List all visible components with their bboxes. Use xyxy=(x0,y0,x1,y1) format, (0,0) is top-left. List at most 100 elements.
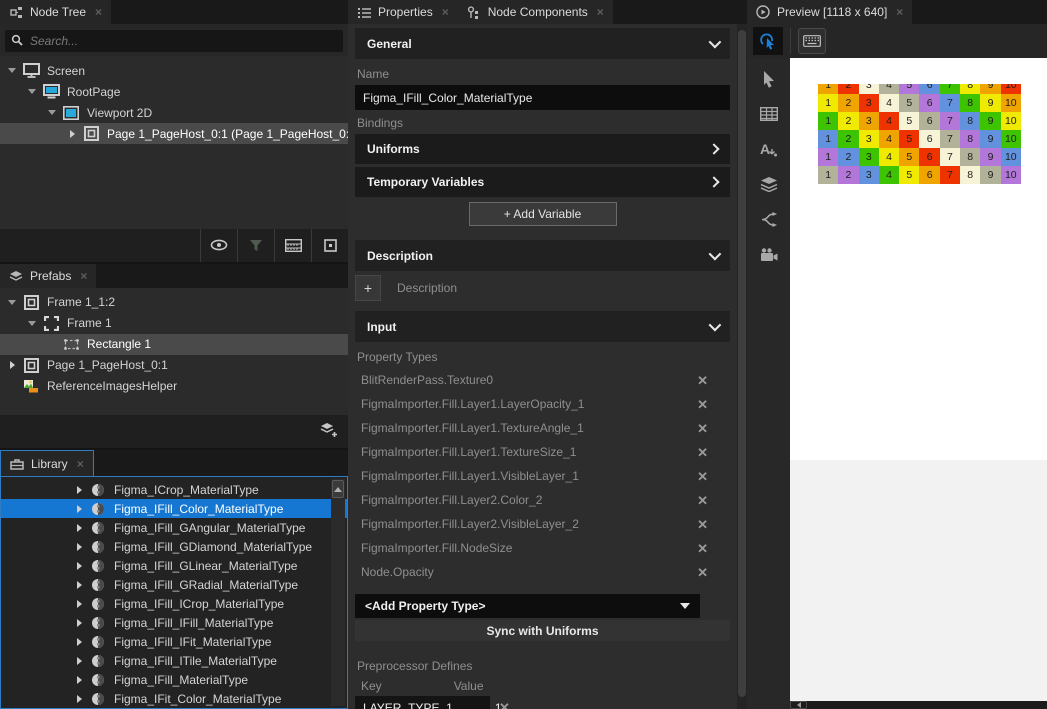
expand-icon[interactable] xyxy=(73,581,85,589)
expand-icon[interactable] xyxy=(73,562,85,570)
tree-item-rootpage[interactable]: RootPage xyxy=(0,81,348,102)
remove-property-icon[interactable]: ✕ xyxy=(697,566,708,579)
add-property-type-dropdown[interactable]: <Add Property Type> xyxy=(355,594,700,618)
section-description[interactable]: Description xyxy=(355,240,730,271)
keyboard-button[interactable] xyxy=(798,28,826,54)
scrollbar-thumb[interactable] xyxy=(738,30,746,697)
tab-library[interactable]: Library × xyxy=(0,450,94,476)
material-icon xyxy=(89,653,107,669)
library-item-figma-ifill-gdiamond-materialtype[interactable]: Figma_IFill_GDiamond_MaterialType xyxy=(1,537,347,556)
tree-item-page-1-pagehost-0-1-page-1-pagehost-0-1[interactable]: Page 1_PageHost_0:1 (Page 1_PageHost_0:1… xyxy=(0,123,348,144)
search-input[interactable]: Search... xyxy=(5,30,343,52)
close-icon[interactable]: × xyxy=(442,5,449,19)
add-variable-button[interactable]: + Add Variable xyxy=(469,202,617,226)
collapse-icon[interactable] xyxy=(26,89,38,94)
remove-property-icon[interactable]: ✕ xyxy=(697,422,708,435)
material-icon xyxy=(89,501,107,517)
preview-render-area[interactable]: 1234567891012345678910123456789101234567… xyxy=(790,58,1047,460)
tree-item-referenceimageshelper[interactable]: ReferenceImagesHelper xyxy=(0,376,348,397)
tab-properties[interactable]: Properties × xyxy=(348,0,458,24)
library-item-figma-ifill-color-materialtype[interactable]: Figma_IFill_Color_MaterialType xyxy=(1,499,347,518)
library-item-figma-ifill-gangular-materialtype[interactable]: Figma_IFill_GAngular_MaterialType xyxy=(1,518,347,537)
expand-icon[interactable] xyxy=(73,676,85,684)
isolate-node-icon[interactable] xyxy=(311,229,348,262)
tab-preview[interactable]: Preview [1118 x 640] × xyxy=(747,0,912,24)
defines-rows[interactable]: LAYER_TYPE_11LAYER_TYPE_25 xyxy=(355,696,490,709)
collapse-icon[interactable] xyxy=(46,110,58,115)
remove-property-icon[interactable]: ✕ xyxy=(697,470,708,483)
close-icon[interactable]: × xyxy=(77,457,84,471)
expand-icon[interactable] xyxy=(73,638,85,646)
uniforms-row[interactable]: Uniforms xyxy=(355,134,730,164)
remove-property-icon[interactable]: ✕ xyxy=(697,398,708,411)
click-mode-button[interactable] xyxy=(753,27,783,55)
name-field[interactable]: Figma_IFill_Color_MaterialType xyxy=(355,85,730,110)
library-item-figma-ifill-glinear-materialtype[interactable]: Figma_IFill_GLinear_MaterialType xyxy=(1,556,347,575)
remove-property-icon[interactable]: ✕ xyxy=(697,518,708,531)
expand-icon[interactable] xyxy=(6,361,18,369)
library-item-figma-ifill-materialtype[interactable]: Figma_IFill_MaterialType xyxy=(1,670,347,689)
properties-scrollbar[interactable] xyxy=(737,24,747,709)
preview-horizontal-scrollbar[interactable] xyxy=(790,701,1047,709)
expand-icon[interactable] xyxy=(73,524,85,532)
expand-icon[interactable] xyxy=(73,543,85,551)
library-item-figma-ifill-icrop-materialtype[interactable]: Figma_IFill_ICrop_MaterialType xyxy=(1,594,347,613)
section-general[interactable]: General xyxy=(355,28,730,59)
remove-property-icon[interactable]: ✕ xyxy=(697,494,708,507)
preview-canvas[interactable]: 1234567891012345678910123456789101234567… xyxy=(790,58,1047,709)
preview-overlay-icon[interactable] xyxy=(274,229,311,262)
tree-item-frame-1[interactable]: Frame 1 xyxy=(0,313,348,334)
tree-item-page-1-pagehost-0-1[interactable]: Page 1_PageHost_0:1 xyxy=(0,355,348,376)
remove-property-icon[interactable]: ✕ xyxy=(697,446,708,459)
tree-item-rectangle-1[interactable]: Rectangle 1 xyxy=(0,334,348,355)
library-item-figma-icrop-materialtype[interactable]: Figma_ICrop_MaterialType xyxy=(1,480,347,499)
remove-property-icon[interactable]: ✕ xyxy=(697,542,708,555)
sync-with-uniforms-button[interactable]: Sync with Uniforms xyxy=(355,620,730,641)
tab-node-tree[interactable]: Node Tree × xyxy=(0,0,111,24)
close-icon[interactable]: × xyxy=(597,5,604,19)
close-icon[interactable]: × xyxy=(80,269,87,283)
grid-cell-r4-c9-blue: 9 xyxy=(980,130,1000,148)
camera-icon[interactable] xyxy=(759,245,779,263)
close-icon[interactable]: × xyxy=(896,5,903,19)
close-icon[interactable]: × xyxy=(95,5,102,19)
state-flow-icon[interactable] xyxy=(759,210,779,228)
grid-analyze-icon[interactable] xyxy=(759,105,779,123)
add-prefab-icon[interactable] xyxy=(320,422,338,441)
layers-icon[interactable] xyxy=(759,175,779,193)
expand-icon[interactable] xyxy=(73,486,85,494)
library-item-figma-ifill-gradial-materialtype[interactable]: Figma_IFill_GRadial_MaterialType xyxy=(1,575,347,594)
expand-icon[interactable] xyxy=(73,619,85,627)
visibility-eye-icon[interactable] xyxy=(200,229,237,262)
tree-item-frame-1-1-2[interactable]: Frame 1_1:2 xyxy=(0,292,348,313)
add-description-button[interactable]: + xyxy=(355,275,381,301)
library-item-figma-ifill-ifill-materialtype[interactable]: Figma_IFill_IFill_MaterialType xyxy=(1,613,347,632)
tree-item-screen[interactable]: Screen xyxy=(0,60,348,81)
collapse-icon[interactable] xyxy=(6,68,18,73)
remove-define-icon[interactable]: ✕ xyxy=(499,698,510,709)
temporary-variables-row[interactable]: Temporary Variables xyxy=(355,167,730,197)
scroll-up-button[interactable] xyxy=(332,480,344,498)
expand-icon[interactable] xyxy=(73,505,85,513)
tab-prefabs[interactable]: Prefabs × xyxy=(0,264,96,288)
preview-tabbar: Preview [1118 x 640] × xyxy=(747,0,1047,24)
remove-property-icon[interactable]: ✕ xyxy=(697,374,708,387)
section-input[interactable]: Input xyxy=(355,311,730,342)
collapse-icon[interactable] xyxy=(6,300,18,305)
filter-funnel-icon[interactable] xyxy=(237,229,274,262)
tab-node-components[interactable]: Node Components × xyxy=(458,0,613,24)
library-item-figma-ifill-itile-materialtype[interactable]: Figma_IFill_ITile_MaterialType xyxy=(1,651,347,670)
library-scrollbar[interactable] xyxy=(331,479,345,706)
expand-icon[interactable] xyxy=(73,600,85,608)
collapse-icon[interactable] xyxy=(26,321,38,326)
expand-icon[interactable] xyxy=(73,695,85,703)
tree-item-viewport-2d[interactable]: Viewport 2D xyxy=(0,102,348,123)
library-item-figma-ifit-color-materialtype[interactable]: Figma_IFit_Color_MaterialType xyxy=(1,689,347,708)
expand-icon[interactable] xyxy=(66,130,78,138)
pointer-tool-icon[interactable] xyxy=(759,70,779,88)
expand-icon[interactable] xyxy=(73,657,85,665)
define-row[interactable]: LAYER_TYPE_11 xyxy=(355,698,490,709)
library-item-figma-ifill-ifit-materialtype[interactable]: Figma_IFill_IFit_MaterialType xyxy=(1,632,347,651)
scroll-left-button[interactable] xyxy=(790,701,807,709)
text-tool-icon[interactable]: A xyxy=(759,140,779,158)
